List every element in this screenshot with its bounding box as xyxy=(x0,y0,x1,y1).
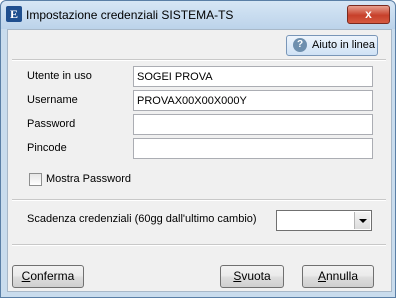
dialog-window: E Impostazione credenziali SISTEMA-TS x … xyxy=(0,0,396,298)
annulla-button[interactable]: Annulla xyxy=(302,265,374,288)
dialog-body: ? Aiuto in linea Utente in uso Username … xyxy=(7,29,392,292)
bottom-separator xyxy=(12,244,386,246)
show-password-label[interactable]: Mostra Password xyxy=(46,173,131,185)
show-password-checkbox[interactable] xyxy=(29,173,42,186)
svuota-label: vuota xyxy=(241,269,271,283)
username-label: Username xyxy=(27,94,78,106)
app-icon: E xyxy=(6,6,22,22)
conferma-label: onferma xyxy=(30,269,75,283)
help-button-label: Aiuto in linea xyxy=(312,39,375,51)
conferma-mnemonic: C xyxy=(21,269,31,283)
annulla-mnemonic: A xyxy=(317,269,326,283)
svuota-button[interactable]: Svuota xyxy=(220,265,284,288)
password-field[interactable] xyxy=(133,114,373,135)
close-button[interactable]: x xyxy=(347,5,390,24)
username-field[interactable] xyxy=(133,90,373,111)
password-label: Password xyxy=(27,118,76,130)
annulla-label: nnulla xyxy=(325,269,359,283)
help-button[interactable]: ? Aiuto in linea xyxy=(286,35,378,56)
top-separator xyxy=(12,59,386,61)
chevron-down-icon[interactable] xyxy=(354,212,370,229)
pincode-field[interactable] xyxy=(133,138,373,159)
middle-separator xyxy=(12,199,386,201)
pincode-label: Pincode xyxy=(27,142,67,154)
question-icon: ? xyxy=(293,38,307,52)
title-bar[interactable]: E Impostazione credenziali SISTEMA-TS x xyxy=(1,1,395,29)
window-title: Impostazione credenziali SISTEMA-TS xyxy=(26,8,234,22)
scadenza-dropdown[interactable] xyxy=(276,210,372,231)
conferma-button[interactable]: Conferma xyxy=(12,265,84,288)
utente-label: Utente in uso xyxy=(27,70,92,82)
utente-field[interactable] xyxy=(133,66,373,87)
scadenza-label: Scadenza credenziali (60gg dall'ultimo c… xyxy=(27,213,257,225)
